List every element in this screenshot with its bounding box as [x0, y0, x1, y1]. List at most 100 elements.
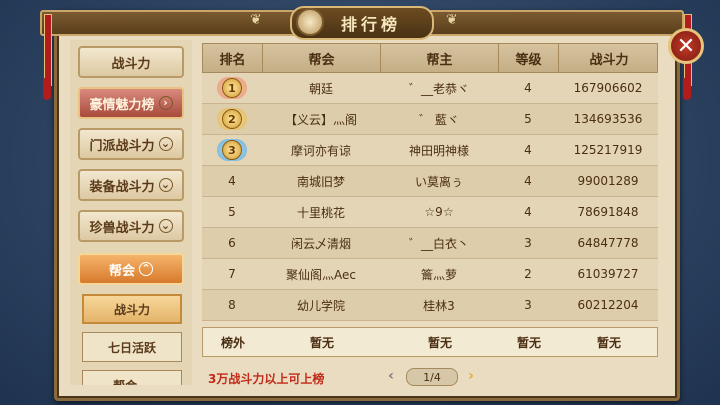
sub-item-label: 帮会...: [113, 377, 151, 386]
rank-cell: 2: [202, 104, 262, 134]
nav-item-guild[interactable]: 帮会 ⌃: [78, 253, 184, 285]
leader-cell: 神田明神様: [408, 143, 469, 158]
left-dragon-ornament: ❦: [250, 12, 262, 28]
ranking-table: 排名 帮会 帮主 等级 战斗力 1 朝廷 ゛__老恭ヾ 4 167906602 …: [202, 43, 658, 353]
my-guild-cell: 暂无: [309, 335, 334, 350]
nav-item-power[interactable]: 战斗力: [78, 46, 184, 78]
power-cell: 60212204: [577, 298, 639, 312]
header-level: 等级: [499, 44, 559, 72]
header-power: 战斗力: [589, 52, 629, 68]
level-cell: 5: [524, 112, 532, 126]
power-cell: 78691848: [577, 205, 639, 219]
rank-cell: 8: [228, 298, 236, 312]
nav-item-sect-power[interactable]: 门派战斗力 ⌄: [78, 128, 184, 160]
level-cell: 3: [524, 298, 532, 312]
chevron-left-icon: ‹: [388, 368, 394, 384]
guild-cell: 十里桃花: [296, 205, 345, 220]
power-cell: 99001289: [577, 174, 639, 188]
level-cell: 4: [524, 81, 532, 95]
chevron-down-icon: ⌄: [158, 219, 173, 233]
page-title: 排行榜: [340, 15, 401, 34]
my-power-cell: 暂无: [596, 335, 621, 350]
rank-cell: 1: [202, 73, 262, 103]
guild-cell: 聚仙阁灬Aec: [286, 267, 356, 282]
rank-cell: 3: [202, 135, 262, 165]
rank-cell: 7: [228, 267, 236, 281]
leader-cell: い莫离ぅ: [414, 174, 463, 189]
nav-item-label: 装备战斗力: [89, 179, 155, 195]
left-banner-pole: [44, 14, 52, 86]
table-row[interactable]: 1 朝廷 ゛__老恭ヾ 4 167906602: [202, 73, 658, 104]
right-tassel: [683, 78, 691, 100]
leader-cell: ゛__白衣丶: [408, 236, 469, 251]
nav-item-label: 门派战斗力: [89, 138, 155, 154]
level-cell: 4: [524, 205, 532, 219]
level-cell: 4: [524, 143, 532, 157]
leader-cell: ☆9☆: [424, 205, 454, 219]
my-leader-cell: 暂无: [427, 335, 452, 350]
prev-page-button[interactable]: ‹: [384, 367, 398, 385]
table-row[interactable]: 6 闲云乄清烟 ゛__白衣丶 3 64847778: [202, 228, 658, 259]
sub-item-guild-power[interactable]: 战斗力: [82, 294, 182, 324]
table-body: 1 朝廷 ゛__老恭ヾ 4 167906602 2 【义云】灬阁 ゛ 藍ヾ 5 …: [202, 73, 658, 353]
table-header: 排名 帮会 帮主 等级 战斗力: [202, 43, 658, 73]
chevron-down-icon: ⌄: [158, 137, 173, 151]
sub-item-label: 七日活跃: [107, 340, 156, 355]
chevron-down-icon: ⌄: [158, 178, 173, 192]
nav-item-label: 战斗力: [111, 56, 151, 72]
leader-cell: 籥灬萝: [420, 267, 457, 282]
nav-item-label: 帮会: [108, 263, 135, 279]
nav-item-pet-power[interactable]: 珍兽战斗力 ⌄: [78, 210, 184, 242]
sub-item-seven-day-active[interactable]: 七日活跃: [82, 332, 182, 362]
power-cell: 134693536: [573, 112, 643, 126]
chevron-right-icon: ›: [468, 368, 474, 384]
header-rank: 排名: [203, 44, 263, 72]
rank-cell: 5: [228, 205, 236, 219]
header-guild: 帮会: [263, 44, 381, 72]
level-cell: 2: [524, 267, 532, 281]
table-row[interactable]: 8 幼儿学院 桂林3 3 60212204: [202, 290, 658, 321]
power-cell: 167906602: [573, 81, 643, 95]
guild-cell: 朝廷: [308, 81, 333, 96]
nav-item-equip-power[interactable]: 装备战斗力 ⌄: [78, 169, 184, 201]
close-icon: ✕: [676, 33, 696, 59]
guild-cell: 幼儿学院: [296, 298, 345, 313]
page-indicator: 1/4: [406, 368, 458, 386]
silver-medal-icon: 2: [217, 108, 247, 130]
bronze-medal-icon: 3: [217, 139, 247, 161]
sub-item-guild-more[interactable]: 帮会...: [82, 370, 182, 385]
power-cell: 64847778: [577, 236, 639, 250]
guild-cell: 南城旧梦: [296, 174, 345, 189]
power-cell: 125217919: [573, 143, 643, 157]
chevron-up-icon: ⌃: [139, 262, 153, 276]
leader-cell: 桂林3: [423, 298, 455, 313]
close-button[interactable]: ✕: [668, 28, 704, 64]
table-row[interactable]: 5 十里桃花 ☆9☆ 4 78691848: [202, 197, 658, 228]
leader-cell: ゛__老恭ヾ: [408, 81, 469, 96]
header-leader: 帮主: [381, 44, 499, 72]
gold-medal-icon: 1: [217, 77, 247, 99]
leader-cell: ゛ 藍ヾ: [419, 112, 459, 127]
table-row[interactable]: 3 摩诃亦有谅 神田明神様 4 125217919: [202, 135, 658, 166]
level-cell: 4: [524, 174, 532, 188]
my-rank-cell: 榜外: [220, 335, 245, 350]
table-row[interactable]: 7 聚仙阁灬Aec 籥灬萝 2 61039727: [202, 259, 658, 290]
guild-cell: 摩诃亦有谅: [290, 143, 351, 158]
my-level-cell: 暂无: [516, 335, 541, 350]
title-emblem-icon: [296, 8, 324, 36]
next-page-button[interactable]: ›: [464, 367, 478, 385]
eligibility-note: 3万战斗力以上可上榜: [208, 372, 325, 386]
right-dragon-ornament: ❦: [446, 12, 458, 28]
chevron-down-icon: ›: [158, 96, 173, 110]
table-row[interactable]: 4 南城旧梦 い莫离ぅ 4 99001289: [202, 166, 658, 197]
nav-item-label: 豪情魅力榜: [89, 97, 155, 113]
pagination: ‹ 1/4 ›: [384, 367, 484, 386]
table-row[interactable]: 2 【义云】灬阁 ゛ 藍ヾ 5 134693536: [202, 104, 658, 135]
nav-item-charm[interactable]: 豪情魅力榜 ›: [78, 87, 184, 119]
power-cell: 61039727: [577, 267, 639, 281]
guild-cell: 闲云乄清烟: [290, 236, 351, 251]
sidebar-nav: 战斗力 豪情魅力榜 › 门派战斗力 ⌄ 装备战斗力 ⌄ 珍兽战斗力 ⌄ 帮会 ⌃…: [70, 40, 192, 385]
guild-cell: 【义云】灬阁: [284, 112, 357, 127]
sub-item-label: 战斗力: [113, 302, 150, 317]
left-tassel: [43, 78, 51, 100]
